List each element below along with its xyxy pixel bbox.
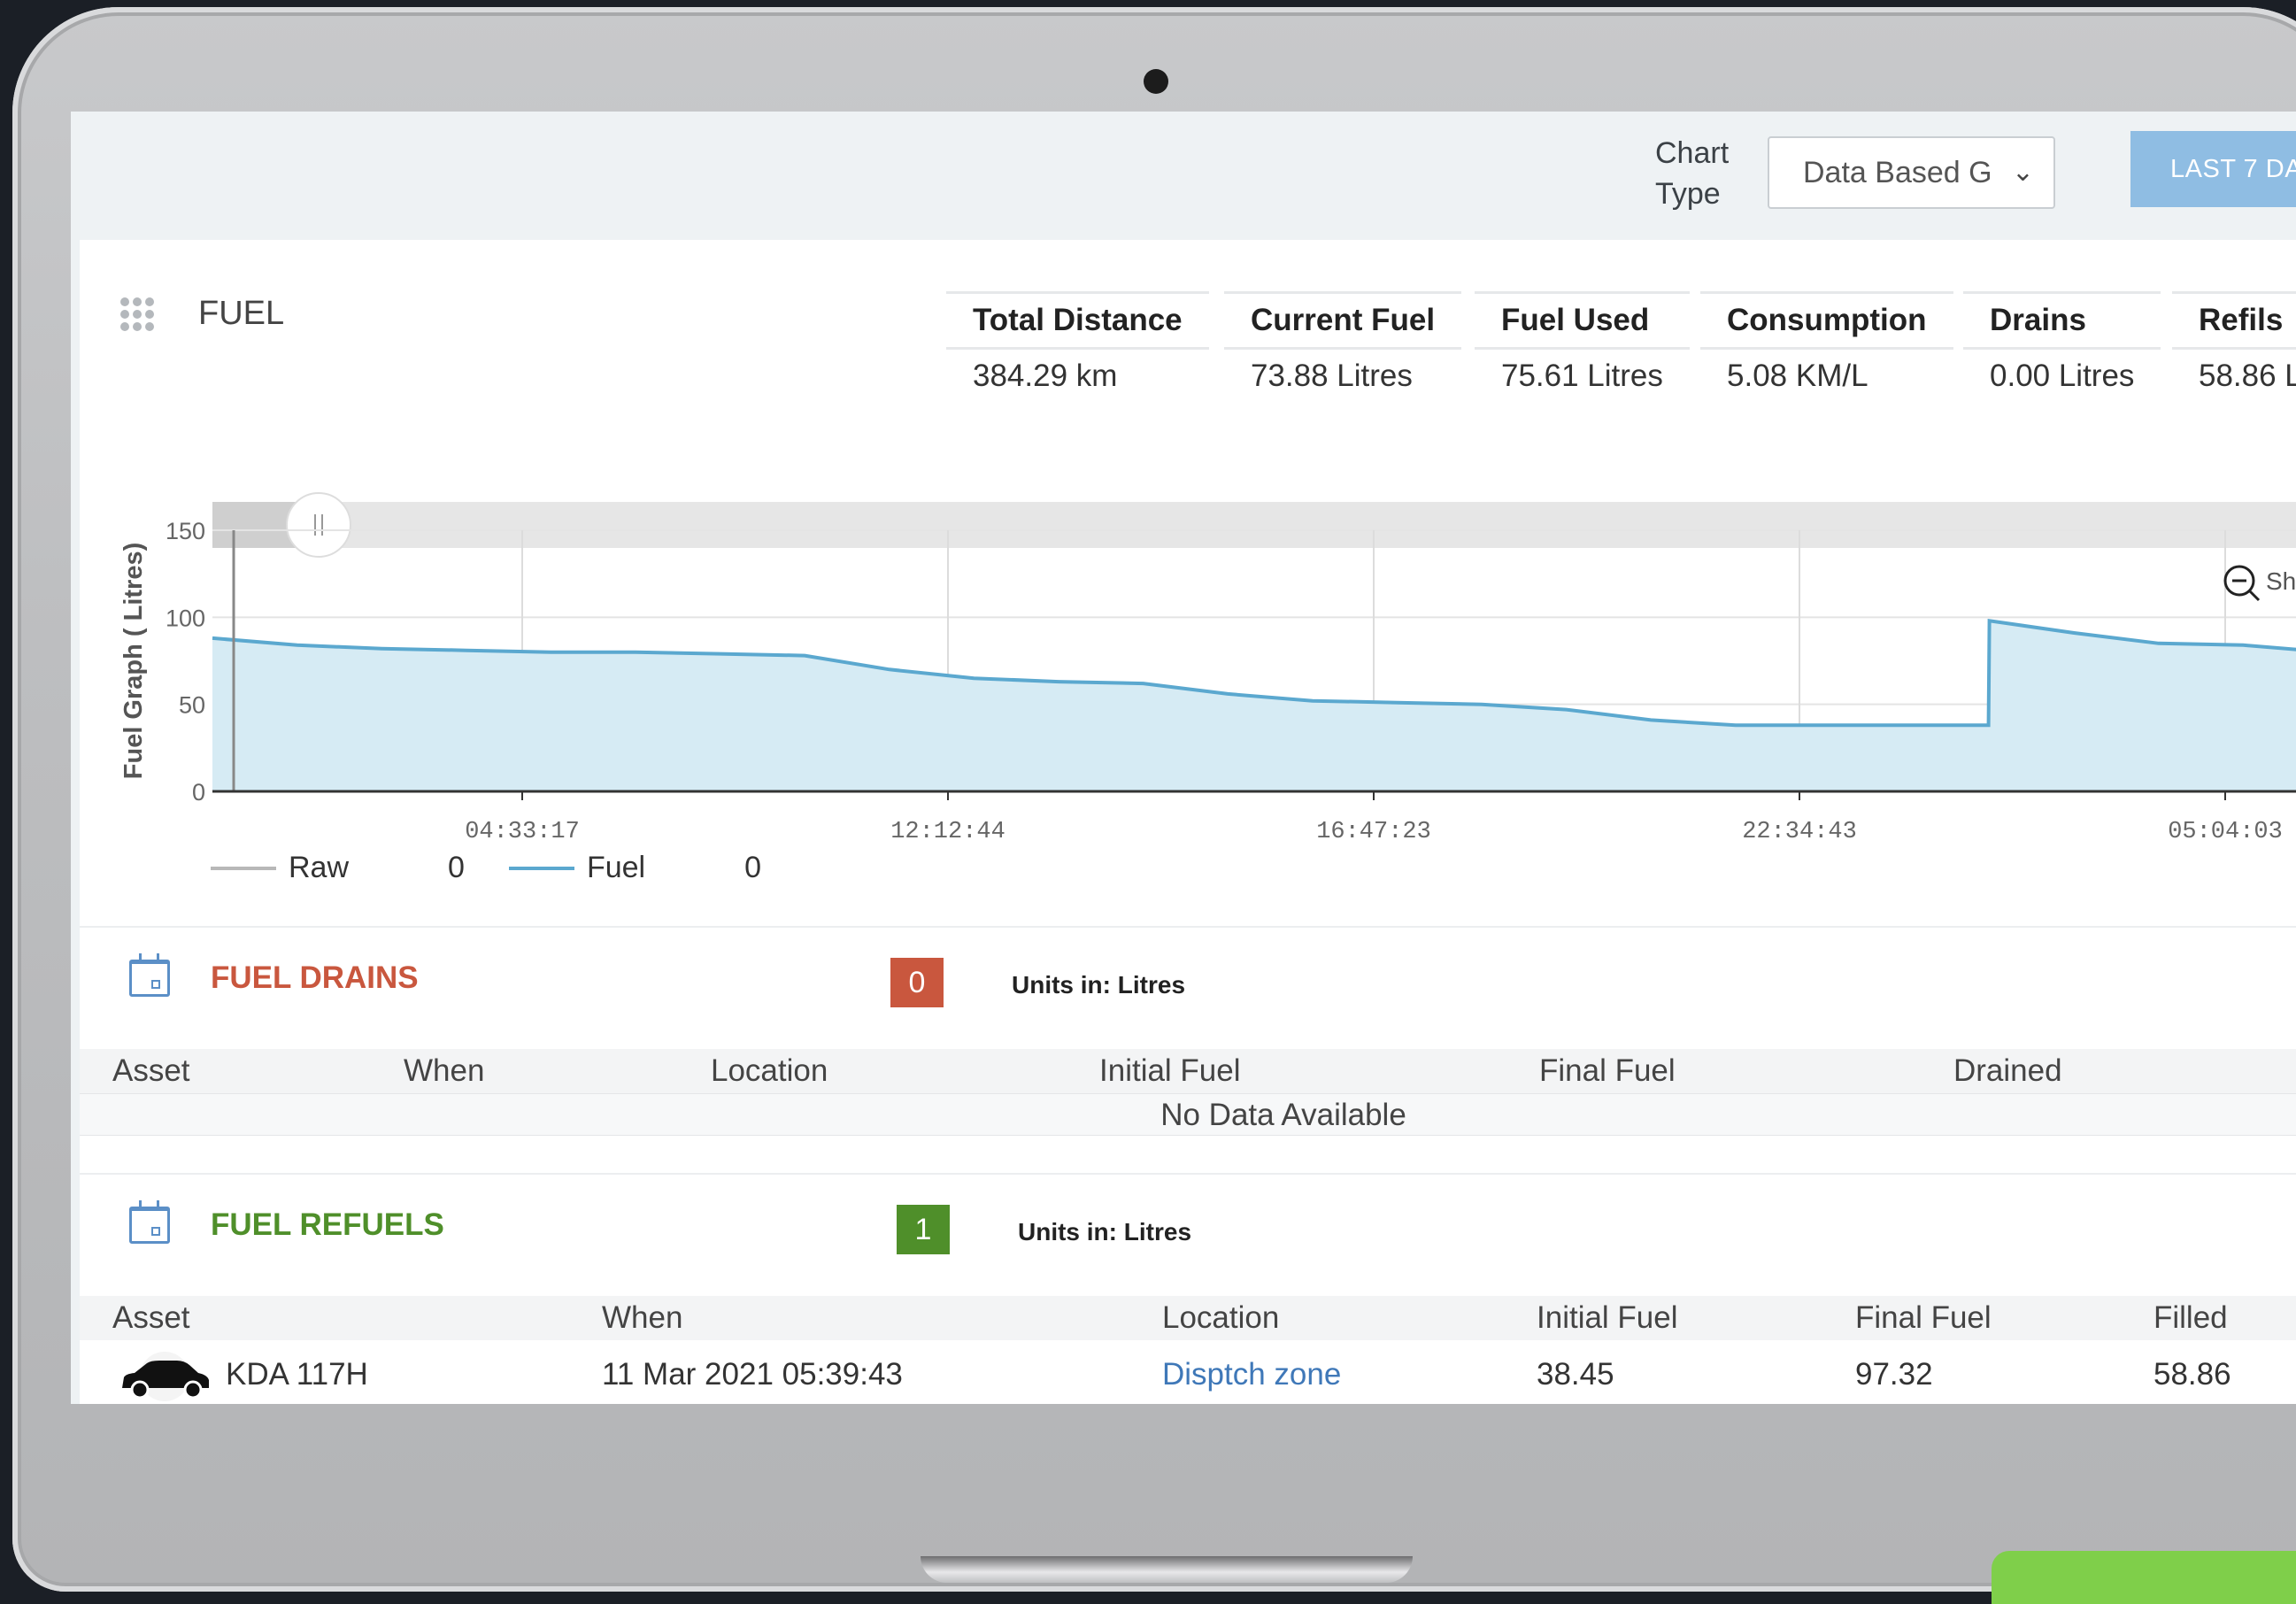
screen: Chart Type Data Based G ⌄ LAST 7 DAY FUE… [71, 112, 2296, 1404]
legend-fuel-value: 0 [744, 851, 762, 884]
divider [80, 926, 2296, 928]
calendar-icon [129, 953, 170, 997]
calendar-icon [129, 1200, 170, 1244]
last-7-days-button[interactable]: LAST 7 DAY [2130, 131, 2296, 207]
stat-value: 75.61 Litres [1501, 359, 1663, 393]
zoom-reset-text[interactable]: Sho [2266, 567, 2296, 595]
fuel-title: FUEL [198, 295, 285, 332]
y-tick-label: 0 [192, 779, 205, 806]
refuels-count-badge: 1 [897, 1205, 950, 1254]
x-tick-label: 22:34:43 [1742, 819, 1857, 845]
stat-total-distance: Total Distance 384.29 km [946, 291, 1209, 403]
camera-dot [1144, 69, 1168, 94]
col-final-fuel[interactable]: Final Fuel [1539, 1049, 1676, 1093]
stat-value: 5.08 KM/L [1727, 359, 1868, 393]
row-filled: 58.86 [2153, 1357, 2231, 1392]
stat-current-fuel: Current Fuel 73.88 Litres [1224, 291, 1462, 403]
chart-type-label: Chart Type [1655, 136, 1730, 211]
stat-value: 73.88 Litres [1251, 359, 1413, 393]
col-when[interactable]: When [602, 1296, 682, 1340]
stat-drains: Drains 0.00 Litres [1963, 291, 2161, 403]
stat-fuel-used: Fuel Used 75.61 Litres [1475, 291, 1690, 403]
x-tick-label: 16:47:23 [1316, 819, 1431, 845]
row-initial-fuel: 38.45 [1537, 1357, 1614, 1392]
fuel-panel: FUEL Total Distance 384.29 km Current Fu… [80, 240, 2296, 1404]
stat-label: Refils [2172, 291, 2296, 350]
chart-legend: Raw 0 Fuel 0 [211, 851, 859, 885]
row-location-link[interactable]: Disptch zone [1162, 1342, 1341, 1404]
col-initial-fuel[interactable]: Initial Fuel [1537, 1296, 1678, 1340]
fuel-area [212, 621, 2296, 791]
row-when: 11 Mar 2021 05:39:43 [602, 1357, 903, 1392]
divider [80, 1173, 2296, 1175]
legend-fuel-label[interactable]: Fuel [587, 851, 645, 885]
stat-label: Drains [1963, 291, 2161, 350]
legend-raw-label[interactable]: Raw [289, 851, 349, 885]
laptop-hinge [921, 1556, 1413, 1583]
drains-table-header: Asset When Location Initial Fuel Final F… [80, 1049, 2296, 1093]
y-tick-label: 50 [179, 692, 205, 719]
col-asset[interactable]: Asset [112, 1296, 190, 1340]
x-tick-label: 04:33:17 [465, 819, 580, 845]
table-row[interactable]: KDA 117H 11 Mar 2021 05:39:43 Disptch zo… [80, 1342, 2296, 1404]
stat-label: Consumption [1700, 291, 1953, 350]
refuels-table-header: Asset When Location Initial Fuel Final F… [80, 1296, 2296, 1340]
top-toolbar: Chart Type Data Based G ⌄ LAST 7 DAY [71, 112, 2296, 240]
fuel-header: FUEL [120, 295, 284, 333]
legend-fuel-swatch [508, 866, 574, 870]
stat-label: Total Distance [946, 291, 1209, 350]
fuel-drains-header: FUEL DRAINS [129, 953, 419, 997]
x-tick-label: 05:04:03 [2168, 819, 2283, 845]
chart-type-value: Data Based G [1803, 156, 1992, 189]
navigator-handle[interactable] [286, 492, 351, 558]
row-asset: KDA 117H [226, 1357, 368, 1392]
x-tick-label: 12:12:44 [890, 819, 1005, 845]
legend-raw-swatch [211, 866, 276, 870]
stat-value: 384.29 km [973, 359, 1118, 393]
y-tick-label: 150 [166, 518, 205, 544]
col-location[interactable]: Location [711, 1049, 828, 1093]
fuel-refuels-header: FUEL REFUELS [129, 1200, 444, 1244]
chart-type-select[interactable]: Data Based G ⌄ [1768, 136, 2055, 209]
refuels-units-label: Units in: Litres [1018, 1218, 1192, 1245]
col-final-fuel[interactable]: Final Fuel [1855, 1296, 1992, 1340]
col-initial-fuel[interactable]: Initial Fuel [1099, 1049, 1241, 1093]
col-filled[interactable]: Filled [2153, 1296, 2228, 1340]
drains-no-data: No Data Available [80, 1093, 2296, 1136]
chevron-down-icon: ⌄ [2011, 158, 2034, 187]
zoom-out-icon [2248, 590, 2261, 602]
fuel-drains-title: FUEL DRAINS [211, 960, 419, 995]
y-axis-label: Fuel Graph ( Litres) [119, 543, 148, 779]
drag-grid-icon[interactable] [120, 297, 154, 331]
stat-consumption: Consumption 5.08 KM/L [1700, 291, 1953, 403]
col-when[interactable]: When [404, 1049, 484, 1093]
stat-label: Current Fuel [1224, 291, 1462, 350]
col-drained[interactable]: Drained [1953, 1049, 2062, 1093]
stat-refils: Refils 58.86 Li [2172, 291, 2296, 403]
car-icon [122, 1352, 209, 1401]
legend-raw-value: 0 [448, 851, 465, 884]
stat-label: Fuel Used [1475, 291, 1690, 350]
y-tick-label: 100 [166, 605, 205, 631]
chart-navigator [212, 502, 2296, 548]
drains-count-badge: 0 [890, 958, 944, 1007]
stat-value: 0.00 Litres [1990, 359, 2135, 393]
row-final-fuel: 97.32 [1855, 1357, 1933, 1392]
stat-value: 58.86 Li [2199, 359, 2296, 393]
drains-units-label: Units in: Litres [1012, 971, 1186, 999]
col-asset[interactable]: Asset [112, 1049, 190, 1093]
green-tab [1992, 1551, 2296, 1604]
col-location[interactable]: Location [1162, 1296, 1279, 1340]
fuel-refuels-title: FUEL REFUELS [211, 1207, 444, 1242]
